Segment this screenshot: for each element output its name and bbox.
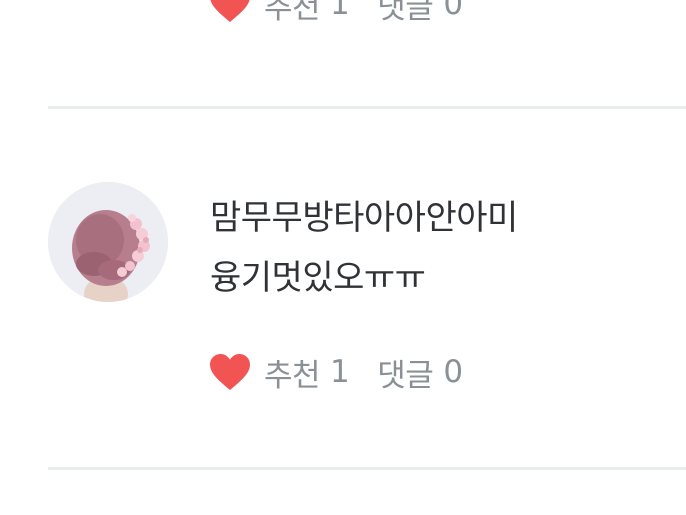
heart-icon[interactable]: [208, 0, 252, 24]
reply-count: 0: [443, 0, 463, 22]
comment-item: 맘무무방타아아안아미 융기멋있오ㅠㅠ 추천 1 댓글 0: [48, 182, 686, 432]
comment-text: 맘무무방타아아안아미 융기멋있오ㅠㅠ: [210, 188, 630, 308]
heart-icon[interactable]: [208, 352, 252, 392]
reply-count: 0: [443, 354, 463, 390]
like-label[interactable]: 추천: [264, 0, 321, 27]
comment-actions: 추천 1 댓글 0: [208, 346, 463, 398]
like-count: 1: [330, 0, 350, 22]
reply-label[interactable]: 댓글: [377, 0, 434, 27]
like-count: 1: [330, 354, 350, 390]
previous-comment-actions: 추천 1 댓글 0: [208, 0, 463, 30]
comment-divider: [48, 467, 686, 470]
comment-text-line: 맘무무방타아아안아미: [210, 198, 518, 238]
avatar[interactable]: [48, 182, 168, 302]
reply-label[interactable]: 댓글: [377, 350, 434, 395]
comment-divider: [48, 106, 686, 109]
like-label[interactable]: 추천: [264, 350, 321, 395]
comment-text-line: 융기멋있오ㅠㅠ: [210, 258, 426, 298]
